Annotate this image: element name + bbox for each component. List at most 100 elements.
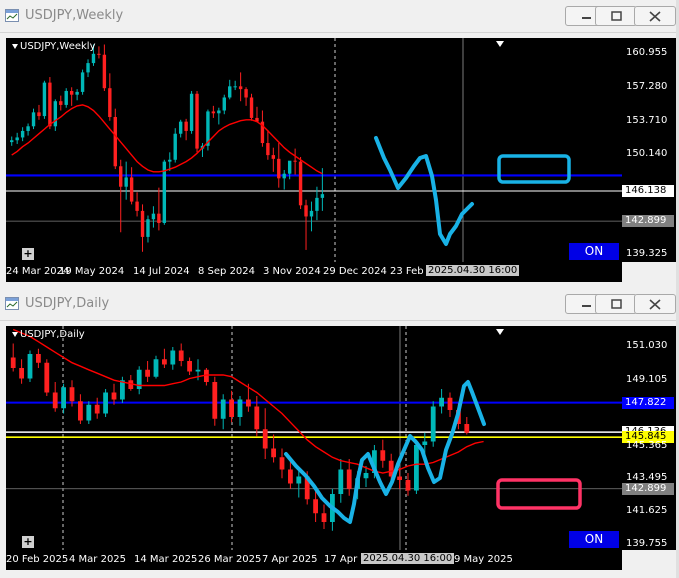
daily-price-axis[interactable]: 151.030149.105147.822146.136145.845145.3…	[622, 326, 676, 550]
candle-body	[140, 210, 145, 237]
weekly-on-button[interactable]: ON	[569, 243, 619, 260]
candle-body	[237, 399, 243, 417]
candle-body	[249, 97, 254, 118]
candle-body	[254, 406, 260, 430]
candle-body	[380, 450, 386, 461]
time-tick-label: 19 May 2024	[59, 266, 125, 277]
candle-body	[69, 387, 75, 402]
daily-window-title: USDJPY,Daily	[25, 296, 110, 311]
candle-body	[282, 173, 286, 179]
candle-body	[320, 194, 325, 198]
candle-body	[217, 110, 221, 114]
candle-body	[173, 133, 177, 160]
candle-body	[26, 126, 30, 131]
price-tick-label: 150.140	[626, 147, 668, 159]
candle-body	[15, 137, 19, 141]
candle-body	[321, 513, 327, 522]
candle-body	[293, 160, 297, 162]
candle-body	[277, 158, 281, 179]
candle-body	[170, 350, 176, 365]
daily-time-axis[interactable]: 20 Feb 2025 4 Mar 2025 14 Mar 2025 26 Mar 2…	[6, 550, 622, 570]
price-tag-white: 146.138	[622, 185, 674, 197]
candle-body	[220, 399, 226, 419]
price-tick-label: 160.955	[626, 47, 668, 59]
price-tick-label: 143.495	[626, 472, 668, 484]
daily-titlebar[interactable]: USDJPY,Daily	[0, 288, 679, 321]
candle-body	[86, 404, 92, 421]
candle-body	[53, 101, 58, 127]
daily-chart-canvas[interactable]	[6, 326, 622, 550]
candle-body	[279, 457, 285, 470]
chart-shift-marker-icon[interactable]	[496, 329, 504, 335]
candle-body	[187, 361, 192, 372]
restore-icon	[611, 11, 622, 21]
candle-body	[86, 63, 90, 73]
time-tick-label: 20 Feb 2025	[6, 554, 69, 565]
candle-body	[168, 159, 172, 162]
candle-body	[146, 219, 150, 237]
price-tick-label: 149.105	[626, 374, 668, 386]
candle-body	[313, 499, 318, 514]
candle-body	[157, 213, 161, 223]
candle-body	[228, 86, 232, 98]
candle-body	[414, 445, 419, 491]
candle-body	[97, 53, 101, 55]
weekly-price-chart[interactable]: USDJPY,Weekly + ON	[6, 38, 622, 262]
close-button[interactable]	[634, 6, 676, 26]
price-tick-label: 151.030	[626, 340, 668, 352]
candle-body	[129, 177, 134, 202]
candle-body	[102, 54, 107, 89]
candle-body	[20, 130, 25, 138]
price-tick-label: 139.325	[626, 248, 668, 260]
candle-body	[288, 469, 293, 484]
time-tick-label: 7 Apr 2025	[262, 554, 318, 565]
close-button[interactable]	[634, 294, 676, 314]
symbol-dropdown-icon[interactable]	[12, 332, 18, 337]
chart-window-icon	[5, 297, 19, 310]
symbol-dropdown-icon[interactable]	[12, 44, 18, 49]
weekly-time-axis[interactable]: 24 Mar 2024 19 May 2024 14 Jul 2024 8 Sep 2…	[6, 262, 622, 282]
weekly-chart-window: USDJPY,Weekly USDJPY,Weekly + ON 160.955…	[0, 0, 679, 288]
time-tick-label: 17 Apr	[324, 554, 358, 565]
price-tick-label: 141.625	[626, 505, 668, 517]
candle-body	[75, 91, 79, 95]
price-tag-grey: 142.899	[622, 482, 674, 495]
candle-body	[48, 82, 52, 127]
chart-window-icon	[5, 9, 19, 22]
weekly-titlebar[interactable]: USDJPY,Weekly	[0, 0, 679, 33]
chart-shift-marker-icon[interactable]	[496, 41, 504, 47]
candle-body	[195, 93, 199, 149]
candle-body	[10, 357, 16, 368]
candle-body	[184, 121, 188, 131]
candle-body	[195, 369, 201, 372]
price-tick-label: 139.755	[626, 537, 668, 549]
weekly-window-title: USDJPY,Weekly	[25, 8, 124, 23]
weekly-expand-button[interactable]: +	[22, 248, 34, 260]
candle-body	[31, 112, 36, 127]
candle-body	[145, 369, 150, 377]
candle-body	[124, 177, 128, 187]
restore-button[interactable]	[595, 6, 637, 26]
candle-body	[103, 392, 108, 414]
candle-body	[120, 380, 125, 400]
candle-body	[229, 399, 234, 417]
daily-on-button[interactable]: ON	[569, 531, 619, 548]
candle-body	[346, 469, 352, 489]
candle-body	[309, 210, 314, 217]
candle-body	[59, 101, 63, 105]
time-tick-label: 8 Sep 2024	[198, 266, 256, 277]
daily-expand-button[interactable]: +	[22, 536, 34, 548]
candle-body	[447, 397, 453, 410]
candle-body	[108, 88, 112, 118]
candle-body	[119, 166, 123, 187]
candle-body	[315, 197, 319, 211]
weekly-price-axis[interactable]: 160.955 157.280 153.710 150.140 146.138 142.8…	[622, 38, 676, 262]
candle-body	[246, 399, 251, 407]
candle-body	[19, 368, 24, 379]
time-tick-label: 29 Dec 2024	[323, 266, 387, 277]
candle-body	[363, 473, 369, 479]
daily-price-chart[interactable]: USDJPY,Daily + ON	[6, 326, 622, 550]
weekly-chart-canvas[interactable]	[6, 38, 622, 262]
restore-button[interactable]	[595, 294, 637, 314]
annotation-box	[496, 478, 582, 510]
